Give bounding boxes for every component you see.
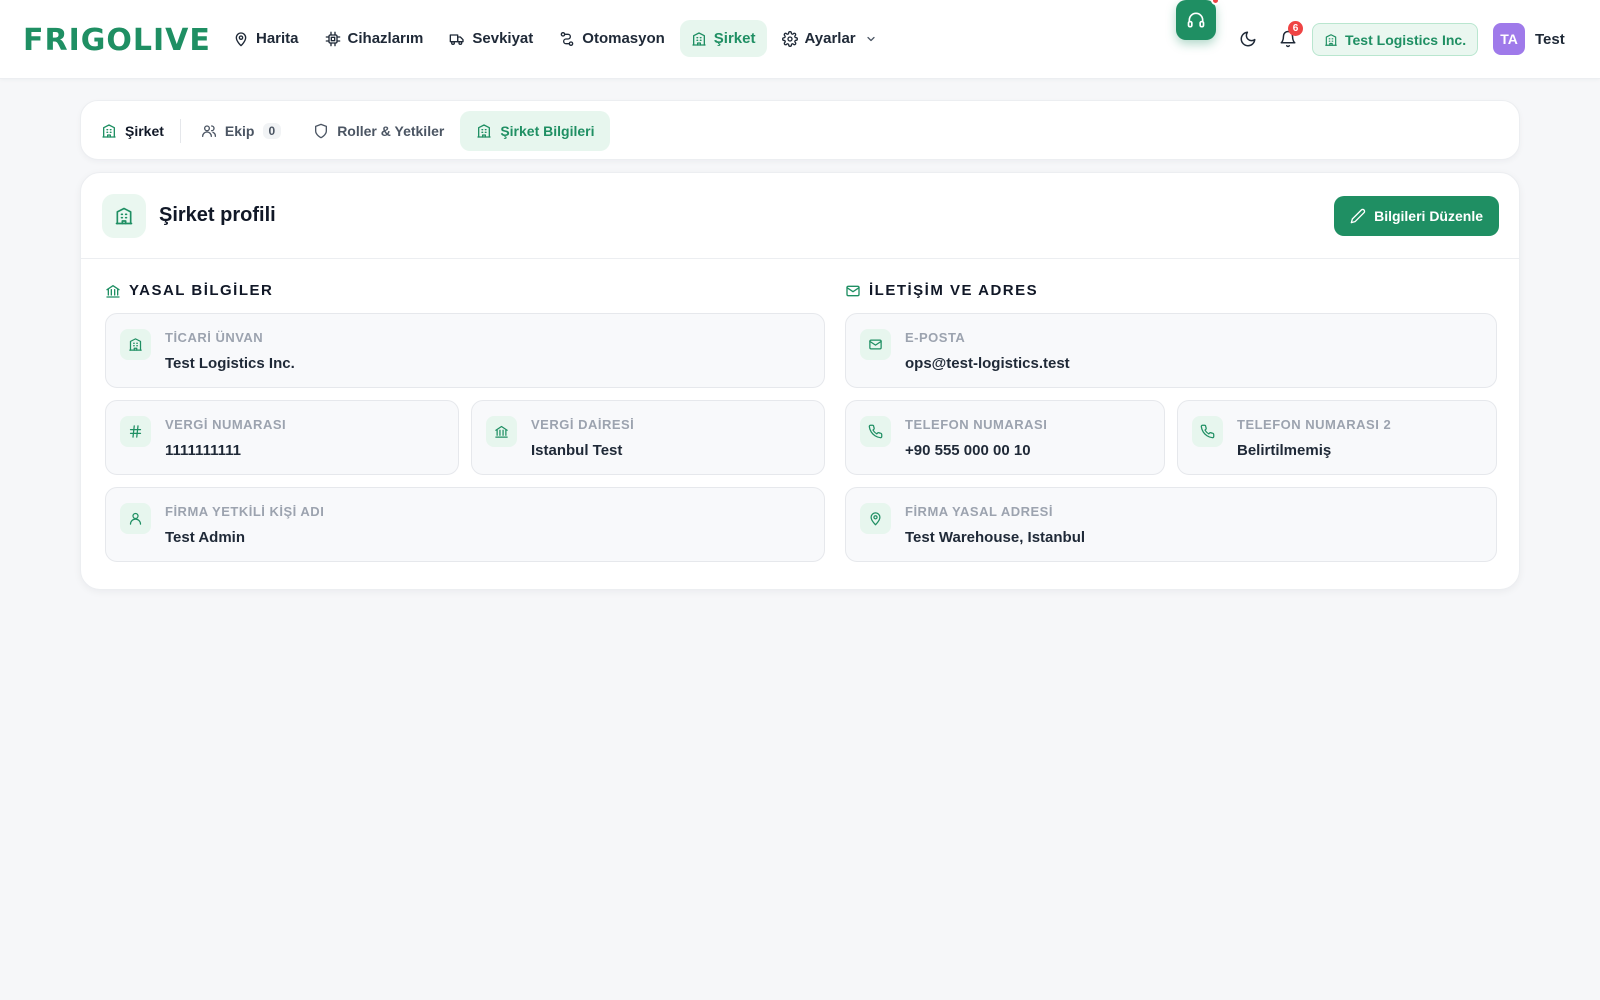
avatar[interactable]: TA (1493, 23, 1525, 55)
company-subnav: Şirket Ekip 0 Roller & Yetkiler Şirket B… (80, 100, 1520, 160)
field-value: 1111111111 (165, 442, 241, 459)
field-value: Belirtilmemiş (1237, 442, 1332, 459)
building-icon (120, 329, 151, 360)
field-contact-person: FİRMA YETKİLİ KİŞİ ADI Test Admin (105, 487, 825, 562)
field-label: VERGİ NUMARASI (165, 417, 287, 432)
mail-icon (845, 283, 861, 299)
moon-icon (1239, 30, 1257, 48)
tab-label: Ekip (224, 123, 255, 139)
page-title: Şirket profili (159, 204, 276, 226)
field-trade-name: TİCARİ ÜNVAN Test Logistics Inc. (105, 313, 825, 388)
field-label: TELEFON NUMARASI (905, 417, 1048, 432)
field-label: TİCARİ ÜNVAN (165, 330, 264, 345)
field-value: Istanbul Test (531, 442, 623, 459)
nav-item-otomasyon[interactable]: Otomasyon (548, 20, 676, 57)
nav-label: Cihazlarım (347, 30, 424, 47)
pencil-icon (1350, 208, 1366, 224)
user-name[interactable]: Test (1535, 31, 1565, 48)
nav-label: Ayarlar (804, 30, 856, 47)
tab-sirket-home[interactable]: Şirket (95, 111, 176, 151)
building-icon (1324, 33, 1338, 47)
field-email: E-POSTA ops@test-logistics.test (845, 313, 1497, 388)
shield-icon (313, 123, 329, 139)
building-icon (102, 194, 146, 238)
support-button[interactable] (1176, 0, 1220, 40)
field-legal-address: FİRMA YASAL ADRESİ Test Warehouse, Istan… (845, 487, 1497, 562)
company-switcher-chip[interactable]: Test Logistics Inc. (1312, 23, 1479, 56)
gear-icon (781, 30, 798, 47)
field-phone-2: TELEFON NUMARASI 2 Belirtilmemiş (1177, 400, 1497, 475)
nav-label: Harita (256, 30, 299, 47)
subtab-row: Şirket Ekip 0 Roller & Yetkiler Şirket B… (95, 111, 611, 151)
support-status-dot (1211, 0, 1220, 5)
bank-icon (486, 416, 517, 447)
field-value: Test Warehouse, Istanbul (905, 529, 1086, 546)
nav-item-cihazlarim[interactable]: Cihazlarım (314, 20, 435, 57)
company-profile-card: Şirket profili Bilgileri Düzenle YASAL B… (80, 172, 1520, 590)
bank-icon (105, 283, 121, 299)
frigolive-logo[interactable]: FRIGOLIVE (23, 22, 211, 58)
logo-text: FRIGOLIVE (23, 22, 211, 58)
map-pin-icon (860, 503, 891, 534)
edit-info-button[interactable]: Bilgileri Düzenle (1334, 196, 1499, 236)
top-navbar: FRIGOLIVE Harita Cihazlarım Sevkiyat Oto… (0, 0, 1600, 79)
nav-item-sirket[interactable]: Şirket (679, 20, 767, 57)
tab-ekip[interactable]: Ekip 0 (185, 111, 297, 151)
hash-icon (120, 416, 151, 447)
tab-label: Roller & Yetkiler (337, 123, 445, 139)
nav-label: Sevkiyat (472, 30, 534, 47)
mail-icon (860, 329, 891, 360)
field-label: E-POSTA (905, 330, 966, 345)
notification-badge: 6 (1288, 21, 1303, 36)
phone-icon (860, 416, 891, 447)
chip-icon (325, 31, 341, 47)
headset-icon (1186, 10, 1206, 30)
subtab-divider (179, 119, 181, 143)
contact-section-title: İLETİŞİM VE ADRES (845, 282, 1038, 299)
field-tax-office: VERGİ DAİRESİ Istanbul Test (471, 400, 825, 475)
tab-roller-yetkiler[interactable]: Roller & Yetkiler (297, 111, 460, 151)
tab-sirket-bilgileri[interactable]: Şirket Bilgileri (460, 111, 611, 151)
field-value: ops@test-logistics.test (905, 355, 1070, 372)
field-phone: TELEFON NUMARASI +90 555 000 00 10 (845, 400, 1165, 475)
tab-label: Şirket Bilgileri (500, 123, 595, 139)
nav-item-harita[interactable]: Harita (222, 20, 310, 57)
map-pin-icon (233, 31, 249, 47)
nav-item-sevkiyat[interactable]: Sevkiyat (438, 20, 544, 57)
tab-label: Şirket (125, 123, 164, 139)
team-count-badge: 0 (262, 123, 282, 139)
company-chip-label: Test Logistics Inc. (1345, 31, 1467, 48)
truck-icon (449, 31, 465, 47)
field-label: VERGİ DAİRESİ (531, 417, 635, 432)
nav-label: Otomasyon (582, 30, 665, 47)
field-label: TELEFON NUMARASI 2 (1237, 417, 1392, 432)
nav-label: Şirket (713, 30, 756, 47)
legal-section-title: YASAL BİLGİLER (105, 282, 273, 299)
theme-toggle-button[interactable] (1236, 27, 1260, 51)
section-title-text: İLETİŞİM VE ADRES (869, 282, 1039, 299)
field-tax-number: VERGİ NUMARASI 1111111111 (105, 400, 459, 475)
notifications-button[interactable]: 6 (1276, 21, 1303, 51)
building-icon (476, 123, 492, 139)
user-icon (120, 503, 151, 534)
chevron-down-icon (865, 33, 877, 45)
edit-button-label: Bilgileri Düzenle (1374, 208, 1483, 224)
building-icon (691, 31, 707, 47)
field-value: Test Logistics Inc. (165, 355, 295, 372)
main-nav: Harita Cihazlarım Sevkiyat Otomasyon Şir… (222, 20, 888, 57)
route-icon (559, 31, 575, 47)
field-label: FİRMA YETKİLİ KİŞİ ADI (165, 504, 325, 519)
section-title-text: YASAL BİLGİLER (129, 282, 274, 299)
field-label: FİRMA YASAL ADRESİ (905, 504, 1053, 519)
card-header: Şirket profili Bilgileri Düzenle (81, 173, 1519, 259)
field-value: +90 555 000 00 10 (905, 442, 1031, 459)
nav-item-ayarlar[interactable]: Ayarlar (771, 20, 888, 57)
phone-icon (1192, 416, 1223, 447)
building-icon (101, 123, 117, 139)
field-value: Test Admin (165, 529, 246, 546)
users-icon (201, 123, 217, 139)
